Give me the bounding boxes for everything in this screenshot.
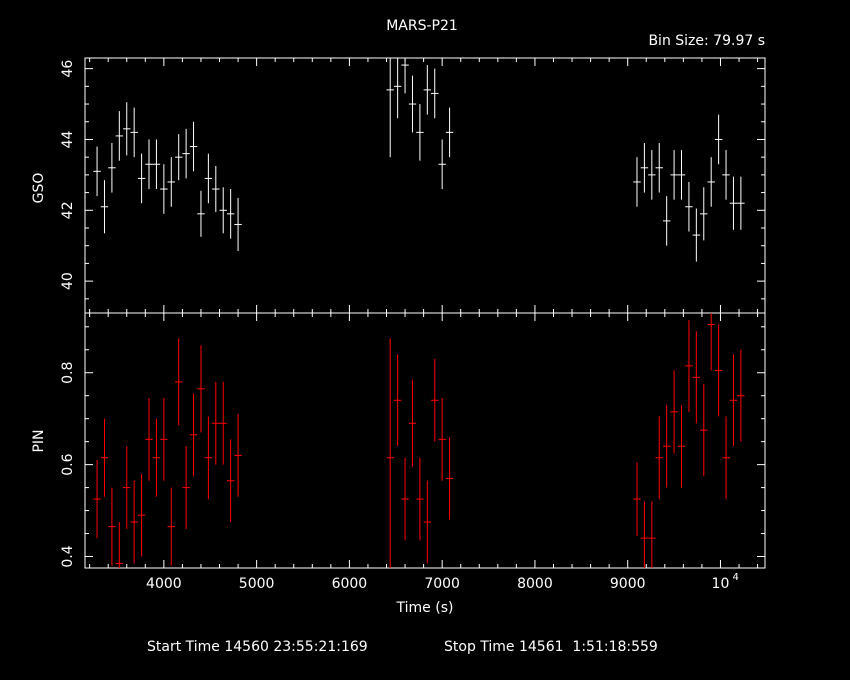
x-tick-label: 4000 bbox=[146, 576, 182, 592]
x-tick-exponent: 4 bbox=[732, 572, 738, 583]
x-tick-label: 10 bbox=[712, 576, 730, 592]
light-curve-figure: MARS-P21 Bin Size: 79.97 s 4000 5000 6000 7… bbox=[0, 0, 850, 680]
start-time-text: Start Time 14560 23:55:21:169 bbox=[147, 639, 368, 655]
pin-axis-label: PIN bbox=[31, 429, 47, 452]
x-tick-label: 8000 bbox=[517, 576, 553, 592]
y-tick-label-pin: 0.8 bbox=[60, 362, 76, 384]
x-tick-label: 5000 bbox=[239, 576, 275, 592]
y-tick-label-pin: 0.4 bbox=[60, 545, 76, 567]
y-tick-label-gso: 44 bbox=[60, 130, 76, 148]
gso-axis-label: GSO bbox=[31, 173, 47, 204]
y-tick-label-gso: 42 bbox=[60, 201, 76, 219]
x-tick-label: 9000 bbox=[610, 576, 646, 592]
y-tick-label-gso: 40 bbox=[60, 272, 76, 290]
x-tick-label: 6000 bbox=[332, 576, 368, 592]
chart-title: MARS-P21 bbox=[386, 18, 458, 34]
x-tick-label: 7000 bbox=[424, 576, 460, 592]
x-axis-label: Time (s) bbox=[396, 600, 454, 616]
bin-size-annotation: Bin Size: 79.97 s bbox=[648, 33, 765, 49]
y-tick-label-pin: 0.6 bbox=[60, 453, 76, 475]
y-tick-label-gso: 46 bbox=[60, 60, 76, 78]
stop-time-text: Stop Time 14561 1:51:18:559 bbox=[444, 639, 658, 655]
